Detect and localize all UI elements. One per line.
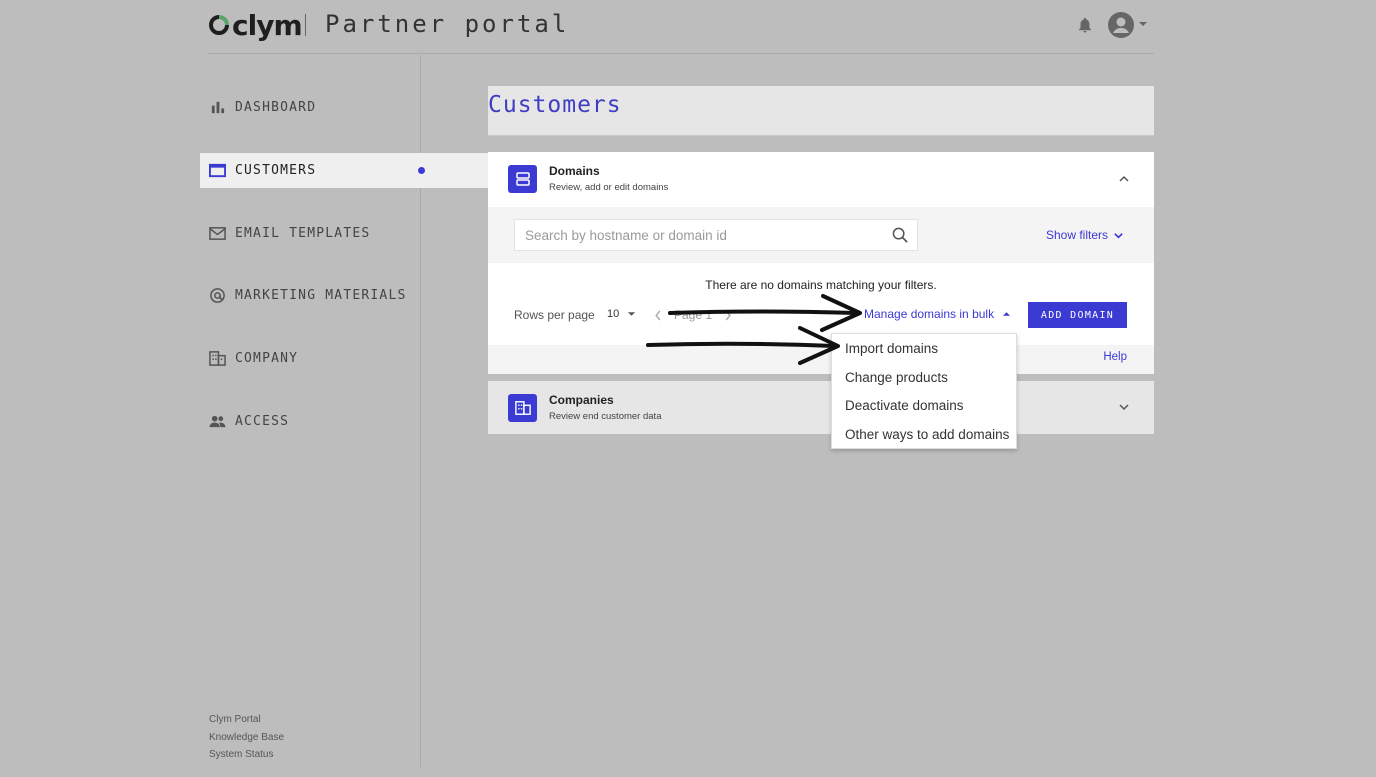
search-icon[interactable] <box>892 227 909 244</box>
user-avatar-icon[interactable] <box>1107 11 1135 39</box>
domains-subtitle: Review, add or edit domains <box>549 182 669 193</box>
caret-down-icon <box>628 312 636 316</box>
sidebar-item-label: MARKETING MATERIALS <box>235 288 407 303</box>
footer-link-clym-portal[interactable]: Clym Portal <box>209 711 284 729</box>
browser-window-icon <box>209 163 226 178</box>
active-indicator <box>418 167 425 174</box>
manage-in-bulk-button[interactable]: Manage domains in bulk <box>864 307 1011 321</box>
sidebar-item-dashboard[interactable]: DASHBOARD <box>200 90 488 125</box>
menu-item-import-domains[interactable]: Import domains <box>832 334 1016 363</box>
rows-per-page-label: Rows per page <box>514 308 595 322</box>
pagination: Page 1 <box>654 308 732 322</box>
sidebar-item-label: ACCESS <box>235 414 290 429</box>
sidebar-item-label: DASHBOARD <box>235 100 317 115</box>
companies-title: Companies <box>549 393 614 407</box>
people-icon <box>209 415 226 428</box>
help-link[interactable]: Help <box>1103 351 1127 363</box>
rows-per-page-select[interactable]: 10 <box>607 308 636 320</box>
chevron-left-icon[interactable] <box>654 309 662 321</box>
sidebar-item-marketing-materials[interactable]: MARKETING MATERIALS <box>200 278 488 313</box>
sidebar-item-label: COMPANY <box>235 351 299 366</box>
domains-results: There are no domains matching your filte… <box>488 263 1154 345</box>
chevron-down-icon <box>1114 232 1123 239</box>
show-filters-label: Show filters <box>1046 228 1109 242</box>
at-sign-icon <box>210 288 225 303</box>
sidebar-item-email-templates[interactable]: EMAIL TEMPLATES <box>200 216 488 251</box>
manage-in-bulk-label: Manage domains in bulk <box>864 307 995 321</box>
portal-title: Partner portal <box>325 10 570 38</box>
sidebar-item-access[interactable]: ACCESS <box>200 404 488 439</box>
page-title: Customers <box>488 92 622 118</box>
mail-icon <box>209 227 226 240</box>
help-row: Help <box>488 345 1154 374</box>
page-header: Customers <box>488 86 1154 136</box>
menu-item-other-ways[interactable]: Other ways to add domains <box>832 420 1016 449</box>
search-input[interactable] <box>515 220 875 250</box>
account-caret-icon[interactable] <box>1138 20 1148 28</box>
empty-state-message: There are no domains matching your filte… <box>705 278 937 292</box>
sidebar-item-customers[interactable]: CUSTOMERS <box>200 153 488 188</box>
companies-subtitle: Review end customer data <box>549 411 662 422</box>
bulk-actions-menu: Import domains Change products Deactivat… <box>831 333 1017 449</box>
building-icon <box>209 351 226 366</box>
chevron-up-icon[interactable] <box>1118 173 1130 185</box>
bell-icon[interactable] <box>1076 16 1094 34</box>
companies-panel: Companies Review end customer data <box>488 381 1154 434</box>
sidebar-item-label: EMAIL TEMPLATES <box>235 226 371 241</box>
menu-item-deactivate-domains[interactable]: Deactivate domains <box>832 391 1016 420</box>
clym-logo[interactable]: clym <box>208 8 303 42</box>
building-icon <box>508 394 537 422</box>
page-indicator: Page 1 <box>674 308 713 322</box>
chevron-right-icon[interactable] <box>724 309 732 321</box>
sidebar-footer: Clym Portal Knowledge Base System Status <box>209 711 284 764</box>
add-domain-button[interactable]: ADD DOMAIN <box>1028 302 1127 328</box>
domains-toolbar: Show filters <box>488 207 1154 263</box>
search-field <box>514 219 918 251</box>
logo-text: clym <box>232 8 303 42</box>
top-bar: clym Partner portal <box>208 0 1154 54</box>
sidebar-item-label: CUSTOMERS <box>235 163 317 178</box>
footer-link-knowledge-base[interactable]: Knowledge Base <box>209 729 284 747</box>
show-filters-button[interactable]: Show filters <box>1046 228 1124 242</box>
footer-link-system-status[interactable]: System Status <box>209 746 284 764</box>
chevron-down-icon[interactable] <box>1118 401 1130 413</box>
rows-per-page-value: 10 <box>607 308 620 320</box>
server-icon <box>508 165 537 193</box>
caret-up-icon <box>1002 312 1011 316</box>
clym-logo-mark-icon <box>209 15 229 35</box>
logo-divider <box>305 14 306 36</box>
domains-panel-header[interactable]: Domains Review, add or edit domains <box>488 152 1154 207</box>
domains-panel: Domains Review, add or edit domains Show… <box>488 152 1154 374</box>
sidebar-item-company[interactable]: COMPANY <box>200 341 488 376</box>
menu-item-change-products[interactable]: Change products <box>832 363 1016 392</box>
companies-panel-header[interactable]: Companies Review end customer data <box>488 381 1154 434</box>
bar-chart-icon <box>211 101 225 114</box>
domains-title: Domains <box>549 164 600 178</box>
